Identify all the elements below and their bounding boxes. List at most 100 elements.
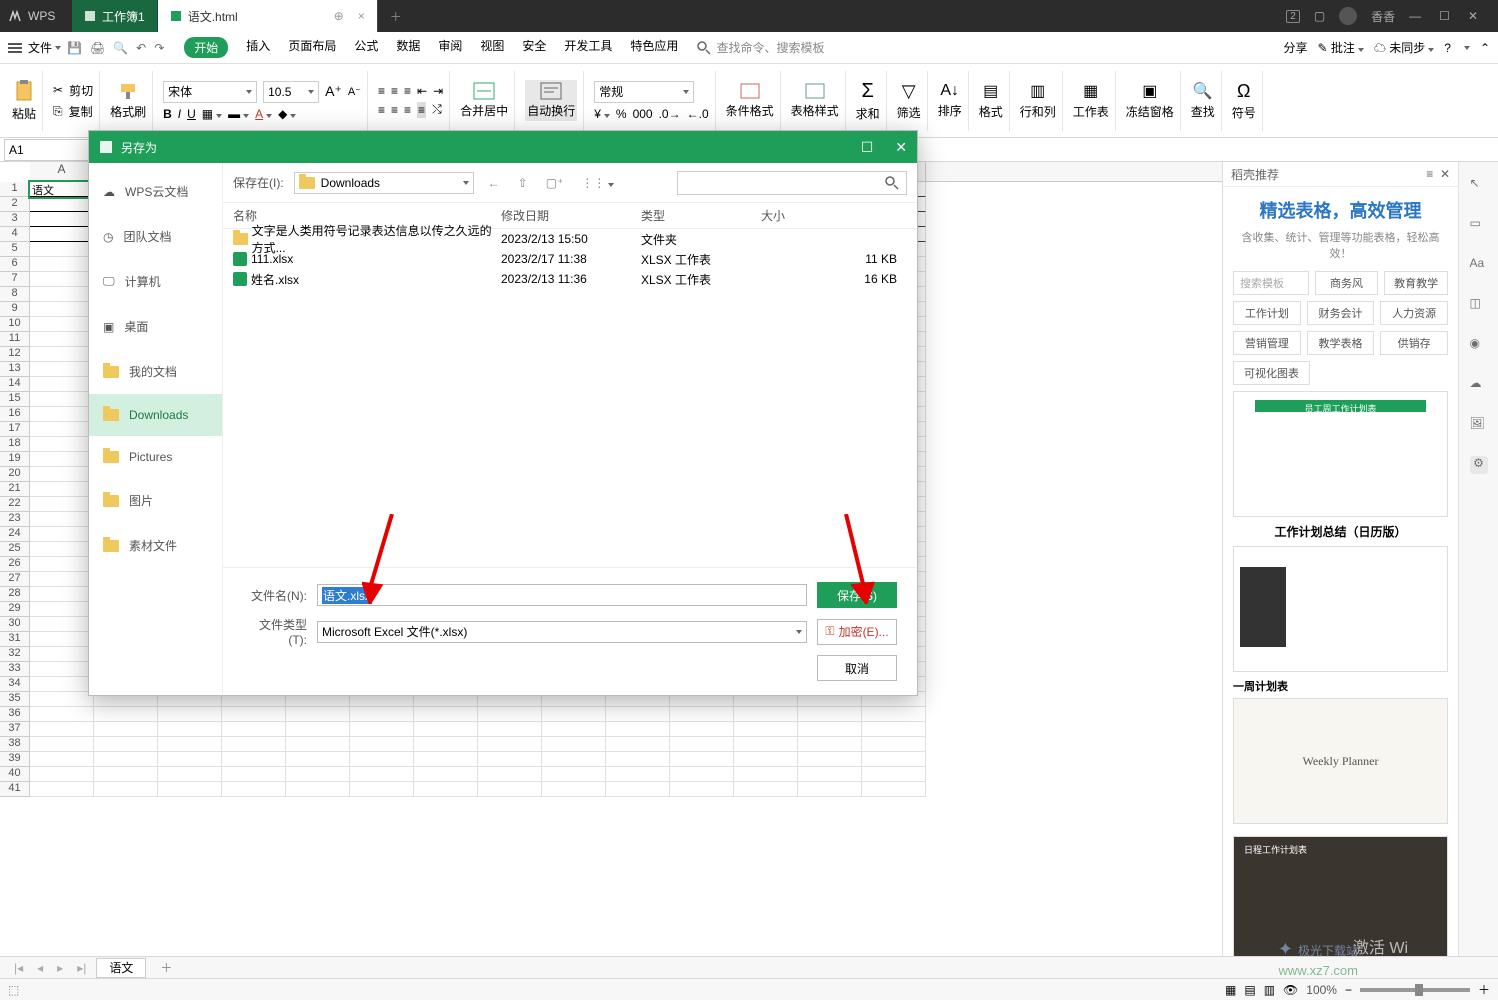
ribbon-tab-review[interactable]: 审阅 — [438, 37, 462, 58]
sp-chip-teach[interactable]: 教学表格 — [1307, 331, 1375, 355]
sp-search-input[interactable]: 搜索模板 — [1233, 271, 1309, 295]
share-button[interactable]: 分享 — [1283, 39, 1307, 56]
filter-button[interactable]: ▽筛选 — [897, 81, 921, 121]
sp-chip-edu[interactable]: 教育教学 — [1384, 271, 1448, 295]
zoom-value[interactable]: 100% — [1306, 983, 1337, 997]
rowcol-button[interactable]: ▥行和列 — [1020, 81, 1056, 120]
number-format-combo[interactable]: 常规 — [594, 81, 694, 103]
new-tab-button[interactable]: ＋ — [378, 8, 414, 25]
clear-format-icon[interactable]: ◆ — [278, 107, 296, 121]
side-pics-cn[interactable]: 图片 — [89, 478, 222, 523]
align-center-icon[interactable]: ≡ — [391, 103, 398, 117]
file-list[interactable]: 文字是人类用符号记录表达信息以传之久远的方式...2023/2/13 15:50… — [223, 229, 917, 567]
ribbon-tab-security[interactable]: 安全 — [522, 37, 546, 58]
rail-select-icon[interactable]: ▭ — [1470, 216, 1488, 234]
file-row[interactable]: 文字是人类用符号记录表达信息以传之久远的方式...2023/2/13 15:50… — [223, 229, 917, 249]
currency-icon[interactable]: ¥ — [594, 107, 610, 121]
template-thumb-4[interactable]: 日程工作计划表 — [1233, 836, 1448, 956]
font-name-combo[interactable]: 宋体 — [163, 81, 257, 103]
dec-dec-icon[interactable]: ←.0 — [687, 107, 709, 121]
rail-cloud-icon[interactable]: ☁ — [1470, 376, 1488, 394]
increase-font-icon[interactable]: A⁺ — [325, 83, 342, 100]
name-box[interactable]: A1 — [4, 139, 92, 161]
rail-gear-icon[interactable]: ⚙ — [1470, 456, 1488, 474]
rail-cursor-icon[interactable]: ↖ — [1470, 176, 1488, 194]
indent-right-icon[interactable]: ⇥ — [433, 84, 443, 98]
merge-center-button[interactable]: 合并居中 — [460, 82, 508, 119]
side-computer[interactable]: 🖵计算机 — [89, 259, 222, 304]
align-justify-icon[interactable]: ≡ — [417, 102, 426, 118]
sp-chip-business[interactable]: 商务风 — [1315, 271, 1379, 295]
hamburger-icon[interactable] — [8, 43, 22, 53]
side-mydocs[interactable]: 我的文档 — [89, 349, 222, 394]
nav-back-icon[interactable]: ← — [484, 176, 504, 190]
sheet-nav-prev[interactable]: ◂ — [33, 961, 47, 975]
rail-chart-icon[interactable]: ◫ — [1470, 296, 1488, 314]
ribbon-tab-view[interactable]: 视图 — [480, 37, 504, 58]
sp-chip-viz[interactable]: 可视化图表 — [1233, 361, 1310, 385]
view-break-icon[interactable]: ▥ — [1264, 983, 1275, 997]
ribbon-tab-dev[interactable]: 开发工具 — [564, 37, 612, 58]
sp-chip-finance[interactable]: 财务会计 — [1307, 301, 1375, 325]
redo-icon[interactable]: ↷ — [154, 41, 164, 55]
format-painter-button[interactable]: 格式刷 — [110, 81, 146, 120]
decrease-font-icon[interactable]: A⁻ — [348, 85, 361, 98]
file-row[interactable]: 姓名.xlsx2023/2/13 11:36XLSX 工作表16 KB — [223, 269, 917, 289]
doc-tab-workbook1[interactable]: 工作簿1 — [72, 0, 158, 32]
sp-chip-plan[interactable]: 工作计划 — [1233, 301, 1301, 325]
maximize-icon[interactable]: ☐ — [1439, 9, 1450, 23]
ribbon-tab-start[interactable]: 开始 — [184, 37, 228, 58]
symbol-button[interactable]: Ω符号 — [1232, 81, 1256, 121]
dec-inc-icon[interactable]: .0→ — [659, 107, 681, 121]
side-team[interactable]: ◷团队文档 — [89, 214, 222, 259]
cancel-button[interactable]: 取消 — [817, 655, 897, 681]
ribbon-tab-insert[interactable]: 插入 — [246, 37, 270, 58]
annotate-button[interactable]: ✎ 批注 — [1317, 39, 1363, 56]
wps-home-tab[interactable]: WPS — [0, 0, 72, 32]
font-color-icon[interactable]: A — [255, 107, 272, 121]
rail-style-icon[interactable]: Aa — [1470, 256, 1488, 274]
col-size[interactable]: 大小 — [761, 207, 917, 224]
undo-icon[interactable]: ↶ — [136, 41, 146, 55]
template-thumb-2[interactable] — [1233, 546, 1448, 672]
rail-image-icon[interactable]: 🖼 — [1470, 416, 1488, 434]
align-left-icon[interactable]: ≡ — [378, 103, 385, 117]
view-reading-icon[interactable]: 👁 — [1283, 983, 1298, 997]
tab-pin-icon[interactable]: ⊕ — [334, 9, 344, 23]
find-button[interactable]: 🔍查找 — [1191, 81, 1215, 120]
ribbon-tab-special[interactable]: 特色应用 — [630, 37, 678, 58]
gift-icon[interactable]: ▢ — [1314, 9, 1325, 23]
ribbon-tab-formula[interactable]: 公式 — [354, 37, 378, 58]
align-right-icon[interactable]: ≡ — [404, 103, 411, 117]
sync-button[interactable]: ☁ 未同步 — [1374, 39, 1434, 56]
paste-button[interactable]: 粘贴 — [12, 79, 36, 122]
rail-camera-icon[interactable]: ◉ — [1470, 336, 1488, 354]
dialog-close-icon[interactable]: ✕ — [895, 139, 907, 156]
save-icon[interactable]: 💾 — [67, 41, 82, 55]
sheet-nav-last[interactable]: ▸| — [73, 961, 90, 975]
sp-chip-mkt[interactable]: 营销管理 — [1233, 331, 1301, 355]
indent-left-icon[interactable]: ⇤ — [417, 84, 427, 98]
minimize-icon[interactable]: — — [1409, 9, 1421, 23]
sp-chip-supply[interactable]: 供销存 — [1380, 331, 1448, 355]
ribbon-tab-layout[interactable]: 页面布局 — [288, 37, 336, 58]
table-style-button[interactable]: 表格样式 — [791, 82, 839, 119]
sheet-nav-first[interactable]: |◂ — [10, 961, 27, 975]
col-date[interactable]: 修改日期 — [501, 207, 641, 224]
ribbon-tab-data[interactable]: 数据 — [396, 37, 420, 58]
bold-icon[interactable]: B — [163, 107, 172, 121]
cell-A1[interactable]: 语文 — [30, 182, 94, 197]
preview-icon[interactable]: 🔍 — [113, 41, 128, 55]
side-desktop[interactable]: ▣桌面 — [89, 304, 222, 349]
format-button[interactable]: ▤格式 — [979, 81, 1003, 120]
dialog-search-input[interactable] — [677, 171, 907, 195]
side-pictures[interactable]: Pictures — [89, 436, 222, 478]
align-top-icon[interactable]: ≡ — [378, 84, 385, 98]
doc-tab-active[interactable]: 语文.html ⊕ × — [158, 0, 378, 32]
fill-color-icon[interactable]: ▬ — [228, 107, 249, 121]
freeze-button[interactable]: ▣冻结窗格 — [1126, 81, 1174, 120]
file-menu[interactable]: 文件 — [28, 39, 52, 56]
align-mid-icon[interactable]: ≡ — [391, 84, 398, 98]
view-normal-icon[interactable]: ▦ — [1225, 983, 1236, 997]
file-row[interactable]: 111.xlsx2023/2/17 11:38XLSX 工作表11 KB — [223, 249, 917, 269]
